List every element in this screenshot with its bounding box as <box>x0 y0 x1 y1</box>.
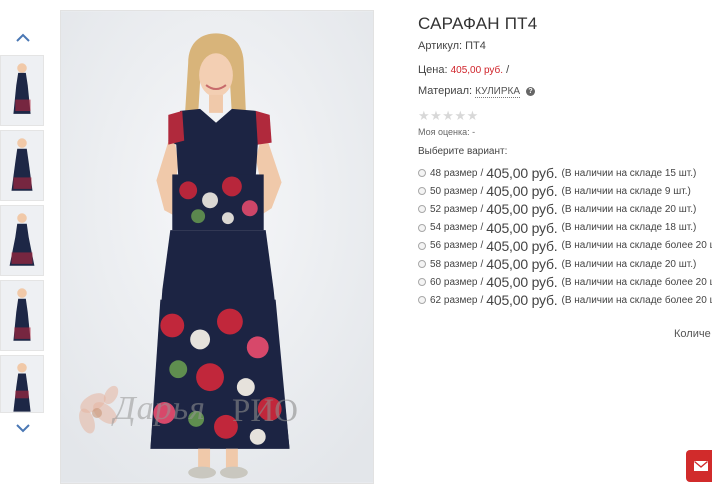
variant-stock: (В наличии на складе 15 шт.) <box>561 167 697 179</box>
radio-button[interactable] <box>418 260 426 269</box>
dress-thumbnail-image <box>1 56 43 125</box>
thumbnail-down-button[interactable] <box>8 417 38 439</box>
variant-size: 56 размер <box>430 240 478 252</box>
price-label: Цена: <box>418 64 448 76</box>
price-row: Цена: 405,00 руб. / <box>418 64 509 76</box>
variant-stock: (В наличии на складе 18 шт.) <box>561 222 697 234</box>
chevron-up-icon <box>16 33 30 42</box>
variant-price: 405,00 руб. <box>486 165 558 182</box>
variant-separator: / <box>480 185 484 197</box>
variant-separator: / <box>480 258 484 270</box>
thumbnail-3[interactable] <box>0 205 44 276</box>
variant-option[interactable]: 50 размер / 405,00 руб. (В наличии на ск… <box>418 182 712 200</box>
variant-option[interactable]: 60 размер / 405,00 руб. (В наличии на ск… <box>418 273 712 291</box>
thumbnail-strip <box>0 0 46 484</box>
price-value: 405,00 руб. <box>450 65 504 76</box>
variant-stock: (В наличии на складе 20 шт.) <box>561 203 697 215</box>
variant-separator: / <box>480 167 484 179</box>
product-main-image[interactable] <box>60 10 374 484</box>
variant-separator: / <box>480 203 484 215</box>
variant-list: 48 размер / 405,00 руб. (В наличии на ск… <box>418 164 712 310</box>
variant-stock: (В наличии на складе более 20 шт.) <box>561 276 712 288</box>
variant-option[interactable]: 52 размер / 405,00 руб. (В наличии на ск… <box>418 200 712 218</box>
variant-price: 405,00 руб. <box>486 292 558 309</box>
thumbnail-1[interactable] <box>0 55 44 126</box>
feedback-mail-button[interactable] <box>686 450 712 482</box>
help-icon[interactable]: ? <box>526 86 536 96</box>
thumbnail-4[interactable] <box>0 280 44 351</box>
variant-price: 405,00 руб. <box>486 256 558 273</box>
quantity-label: Количе <box>674 328 711 340</box>
watermark-script: Дарья <box>114 390 206 427</box>
variant-stock: (В наличии на складе более 20 шт.) <box>561 294 712 306</box>
radio-button[interactable] <box>418 296 426 305</box>
thumbnail-2[interactable] <box>0 130 44 201</box>
dress-thumbnail-image <box>1 206 43 275</box>
variant-stock: (В наличии на складе 20 шт.) <box>561 258 697 270</box>
dress-thumbnail-image <box>1 281 43 350</box>
variant-size: 52 размер <box>430 203 478 215</box>
variant-stock: (В наличии на складе более 20 шт.) <box>561 240 712 252</box>
variant-separator: / <box>480 276 484 288</box>
choose-variant-label: Выберите вариант: <box>418 146 508 157</box>
variant-option[interactable]: 62 размер / 405,00 руб. (В наличии на ск… <box>418 291 712 309</box>
material-row: Материал: КУЛИРКА ? <box>418 85 536 98</box>
variant-size: 62 размер <box>430 294 478 306</box>
variant-separator: / <box>480 240 484 252</box>
watermark-brand: РИО <box>232 393 299 429</box>
article-value: ПТ4 <box>465 40 486 52</box>
dress-thumbnail-image <box>1 356 43 412</box>
variant-option[interactable]: 54 размер / 405,00 руб. (В наличии на ск… <box>418 219 712 237</box>
variant-stock: (В наличии на складе 9 шт.) <box>561 185 691 197</box>
variant-price: 405,00 руб. <box>486 219 558 236</box>
radio-button[interactable] <box>418 205 426 214</box>
variant-price: 405,00 руб. <box>486 183 558 200</box>
rating-stars[interactable]: ★★★★★ <box>418 108 479 124</box>
variant-separator: / <box>480 222 484 234</box>
variant-size: 60 размер <box>430 276 478 288</box>
article-row: Артикул: ПТ4 <box>418 40 486 52</box>
variant-size: 48 размер <box>430 167 478 179</box>
variant-option[interactable]: 58 размер / 405,00 руб. (В наличии на ск… <box>418 255 712 273</box>
article-label: Артикул: <box>418 40 463 52</box>
variant-price: 405,00 руб. <box>486 237 558 254</box>
radio-button[interactable] <box>418 169 426 178</box>
variant-separator: / <box>480 294 484 306</box>
radio-button[interactable] <box>418 278 426 287</box>
thumbnail-up-button[interactable] <box>8 27 38 49</box>
variant-option[interactable]: 48 размер / 405,00 руб. (В наличии на ск… <box>418 164 712 182</box>
envelope-icon <box>694 461 708 471</box>
variant-size: 50 размер <box>430 185 478 197</box>
material-link[interactable]: КУЛИРКА <box>475 86 520 98</box>
thumbnail-5[interactable] <box>0 355 44 413</box>
price-separator: / <box>506 64 510 76</box>
radio-button[interactable] <box>418 187 426 196</box>
rating-label: Моя оценка: - <box>418 127 476 137</box>
variant-size: 58 размер <box>430 258 478 270</box>
product-title: САРАФАН ПТ4 <box>418 14 538 33</box>
radio-button[interactable] <box>418 223 426 232</box>
radio-button[interactable] <box>418 241 426 250</box>
variant-size: 54 размер <box>430 222 478 234</box>
variant-option[interactable]: 56 размер / 405,00 руб. (В наличии на ск… <box>418 237 712 255</box>
variant-price: 405,00 руб. <box>486 274 558 291</box>
chevron-down-icon <box>16 424 30 433</box>
material-label: Материал: <box>418 85 473 97</box>
dress-thumbnail-image <box>1 131 43 200</box>
variant-price: 405,00 руб. <box>486 201 558 218</box>
